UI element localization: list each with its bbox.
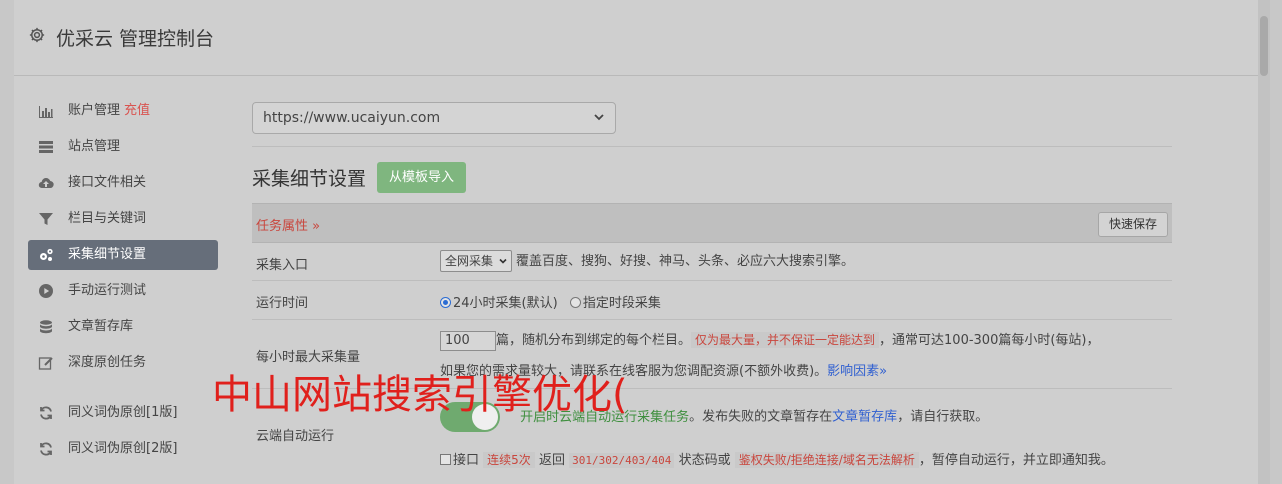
sidebar-item-sites[interactable]: 站点管理 xyxy=(28,132,218,162)
sidebar-item-label: 采集细节设置 xyxy=(68,247,147,262)
status-codes: 301/302/403/404 xyxy=(569,453,675,468)
bar-chart-icon xyxy=(39,106,53,118)
chevron-down-icon xyxy=(499,258,507,264)
import-template-button[interactable]: 从模板导入 xyxy=(377,162,467,193)
radio-24h-label: 24小时采集(默认) xyxy=(453,296,558,311)
chk-label: 接口 xyxy=(453,453,480,468)
row-run-time: 运行时间 24小时采集(默认) 指定时段采集 xyxy=(252,281,1172,320)
task-properties-toggle[interactable]: 任务属性 » xyxy=(256,215,320,234)
recharge-link[interactable]: 充值 xyxy=(124,103,150,118)
max-desc-c: ，通常可达100-300篇每小时(每站)， xyxy=(879,333,1100,348)
header: 优采云 管理控制台 xyxy=(14,0,1270,76)
collect-entry-desc: 覆盖百度、搜狗、好搜、神马、头条、必应六大搜索引擎。 xyxy=(516,254,855,269)
row-key: 云端自动运行 xyxy=(256,429,335,444)
cloud-desc-end: ，请自行获取。 xyxy=(897,409,989,425)
refresh-icon xyxy=(40,442,52,456)
collect-entry-select[interactable]: 全网采集 xyxy=(440,250,513,272)
sidebar-item-manual-test[interactable]: 手动运行测试 xyxy=(28,276,218,306)
row-value-line2: 接口 连续5次 返回 301/302/403/404 状态码或 鉴权失败/拒绝连… xyxy=(440,449,1114,468)
collect-entry-select-value: 全网采集 xyxy=(445,254,494,268)
sidebar-item-synonym-v1[interactable]: 同义词伪原创[1版] xyxy=(28,398,218,428)
database-icon xyxy=(40,320,52,334)
sidebar-item-collect-settings[interactable]: 采集细节设置 xyxy=(28,240,218,270)
article-store-link[interactable]: 文章暂存库 xyxy=(832,410,897,425)
sidebar-item-label: 同义词伪原创[2版] xyxy=(68,441,178,456)
gear-icon xyxy=(29,27,45,43)
site-select-value: https://www.ucaiyun.com xyxy=(263,110,441,126)
sidebar-item-synonym-v2[interactable]: 同义词伪原创[2版] xyxy=(28,434,218,464)
chk-red-2: 鉴权失败/拒绝连接/域名无法解析 xyxy=(734,452,919,468)
cloud-upload-icon xyxy=(38,178,54,189)
edit-icon xyxy=(38,357,53,370)
cogs-icon xyxy=(40,248,53,261)
page-title: 优采云 管理控制台 xyxy=(56,28,215,50)
sidebar-item-label: 站点管理 xyxy=(68,139,121,154)
sidebar-item-label: 栏目与关键词 xyxy=(68,211,147,226)
server-icon xyxy=(39,141,53,153)
settings-table: 任务属性 » 快速保存 采集入口 全网采集 覆盖百度、搜狗、好搜、神马、头条、必应… xyxy=(252,203,1172,479)
sidebar-item-label: 深度原创任务 xyxy=(68,355,147,370)
sidebar-item-article-store[interactable]: 文章暂存库 xyxy=(28,312,218,342)
sidebar-item-label: 账户管理 xyxy=(68,103,121,118)
site-select[interactable]: https://www.ucaiyun.com xyxy=(252,102,616,134)
sidebar-item-label: 同义词伪原创[1版] xyxy=(68,405,178,420)
pause-checkbox[interactable] xyxy=(440,454,451,465)
sidebar-item-interface[interactable]: 接口文件相关 xyxy=(28,168,218,198)
chevron-down-icon xyxy=(594,114,604,121)
sidebar-item-label: 手动运行测试 xyxy=(68,283,147,298)
row-key: 运行时间 xyxy=(256,296,309,311)
table-header: 任务属性 » 快速保存 xyxy=(252,203,1172,243)
page: 优采云 管理控制台 账户管理 充值 站点管理 接口文件相关 栏目与关键词 采集细节… xyxy=(14,0,1270,484)
refresh-icon xyxy=(40,406,52,420)
row-value-line1: 100 篇，随机分布到绑定的每个栏目。 仅为最大量，并不保证一定能达到 ，通常可达10… xyxy=(440,329,1100,351)
chk-mid-2: 状态码或 xyxy=(678,453,731,468)
overlay-watermark-text: 中山网站搜索引擎优化( xyxy=(212,372,628,418)
cloud-desc-mid: 。发布失败的文章暂存在 xyxy=(689,409,833,425)
sidebar: 账户管理 充值 站点管理 接口文件相关 栏目与关键词 采集细节设置 手动运行测试 … xyxy=(28,96,218,470)
section-title: 采集细节设置 xyxy=(252,168,367,190)
scrollbar-thumb[interactable] xyxy=(1260,16,1268,76)
row-collect-entry: 采集入口 全网采集 覆盖百度、搜狗、好搜、神马、头条、必应六大搜索引擎。 xyxy=(252,243,1172,281)
filter-icon xyxy=(39,213,53,225)
max-desc-a: 篇，随机分布到绑定的每个栏目。 xyxy=(496,333,692,348)
scrollbar[interactable] xyxy=(1258,0,1270,484)
influence-factors-link[interactable]: 影响因素» xyxy=(827,364,887,379)
sidebar-item-deep-original[interactable]: 深度原创任务 xyxy=(28,348,218,378)
sidebar-item-label: 接口文件相关 xyxy=(68,175,147,190)
play-circle-icon xyxy=(39,284,53,298)
chk-mid-1: 返回 xyxy=(538,453,565,468)
row-value: 全网采集 覆盖百度、搜狗、好搜、神马、头条、必应六大搜索引擎。 xyxy=(440,250,854,272)
chk-end: ，暂停自动运行，并立即通知我。 xyxy=(918,453,1114,468)
chk-red-1: 连续5次 xyxy=(483,452,535,468)
sidebar-item-account[interactable]: 账户管理 充值 xyxy=(28,96,218,126)
max-warning: 仅为最大量，并不保证一定能达到 xyxy=(691,332,880,348)
divider xyxy=(252,146,1172,147)
radio-24h[interactable] xyxy=(440,297,451,308)
radio-scheduled[interactable] xyxy=(569,297,581,308)
row-value: 24小时采集(默认) 指定时段采集 xyxy=(440,292,661,311)
sidebar-item-label: 文章暂存库 xyxy=(68,319,134,334)
row-key: 采集入口 xyxy=(256,258,309,273)
quick-save-button[interactable]: 快速保存 xyxy=(1097,212,1168,237)
sidebar-item-columns[interactable]: 栏目与关键词 xyxy=(28,204,218,234)
max-per-hour-input[interactable]: 100 xyxy=(440,331,496,351)
radio-scheduled-label: 指定时段采集 xyxy=(582,296,661,311)
